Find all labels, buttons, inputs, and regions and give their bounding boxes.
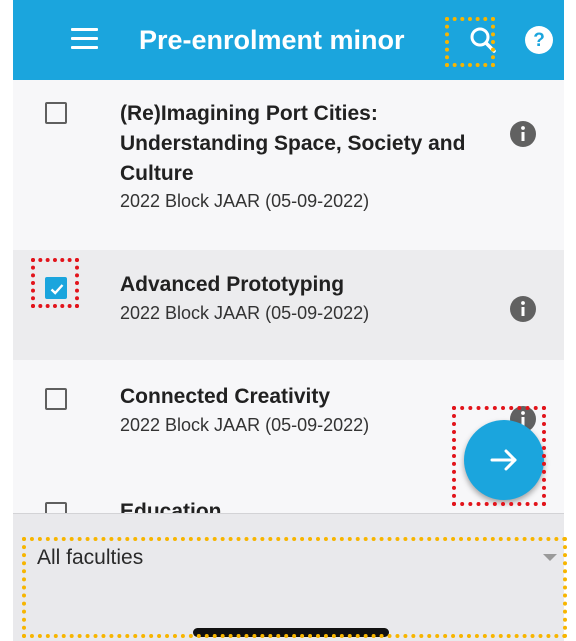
next-button[interactable]: [464, 420, 544, 500]
course-title: Connected Creativity: [120, 385, 331, 408]
page-title: Pre-enrolment minor: [139, 25, 405, 55]
list-item[interactable]: (Re)Imagining Port Cities: Understanding…: [13, 80, 564, 248]
course-title: (Re)Imagining Port Cities: Understanding…: [120, 102, 466, 185]
checkbox[interactable]: [45, 502, 67, 513]
help-icon[interactable]: ?: [523, 24, 555, 56]
dropdown-arrow-icon: [543, 554, 557, 561]
svg-text:?: ?: [533, 30, 545, 51]
list-item[interactable]: Advanced Prototyping 2022 Block JAAR (05…: [13, 250, 564, 360]
checkbox[interactable]: [45, 388, 67, 410]
info-icon[interactable]: [510, 121, 536, 147]
course-subtitle: 2022 Block JAAR (05-09-2022): [120, 303, 370, 323]
course-subtitle: 2022 Block JAAR (05-09-2022): [120, 415, 370, 435]
checkbox-checked[interactable]: [45, 277, 67, 299]
arrow-right-icon: [490, 449, 517, 471]
menu-icon[interactable]: [71, 24, 101, 54]
search-icon[interactable]: [461, 18, 505, 62]
course-title: Education: [120, 500, 222, 513]
course-title: Advanced Prototyping: [120, 273, 345, 296]
home-indicator[interactable]: [193, 628, 389, 637]
faculty-filter-panel: All faculties: [13, 513, 564, 641]
course-subtitle: 2022 Block JAAR (05-09-2022): [120, 191, 370, 211]
checkbox[interactable]: [45, 102, 67, 124]
app-bar: Pre-enrolment minor ?: [13, 0, 564, 80]
info-icon[interactable]: [510, 296, 536, 322]
faculty-dropdown-value: All faculties: [37, 546, 144, 569]
faculty-dropdown[interactable]: All faculties: [25, 542, 557, 582]
